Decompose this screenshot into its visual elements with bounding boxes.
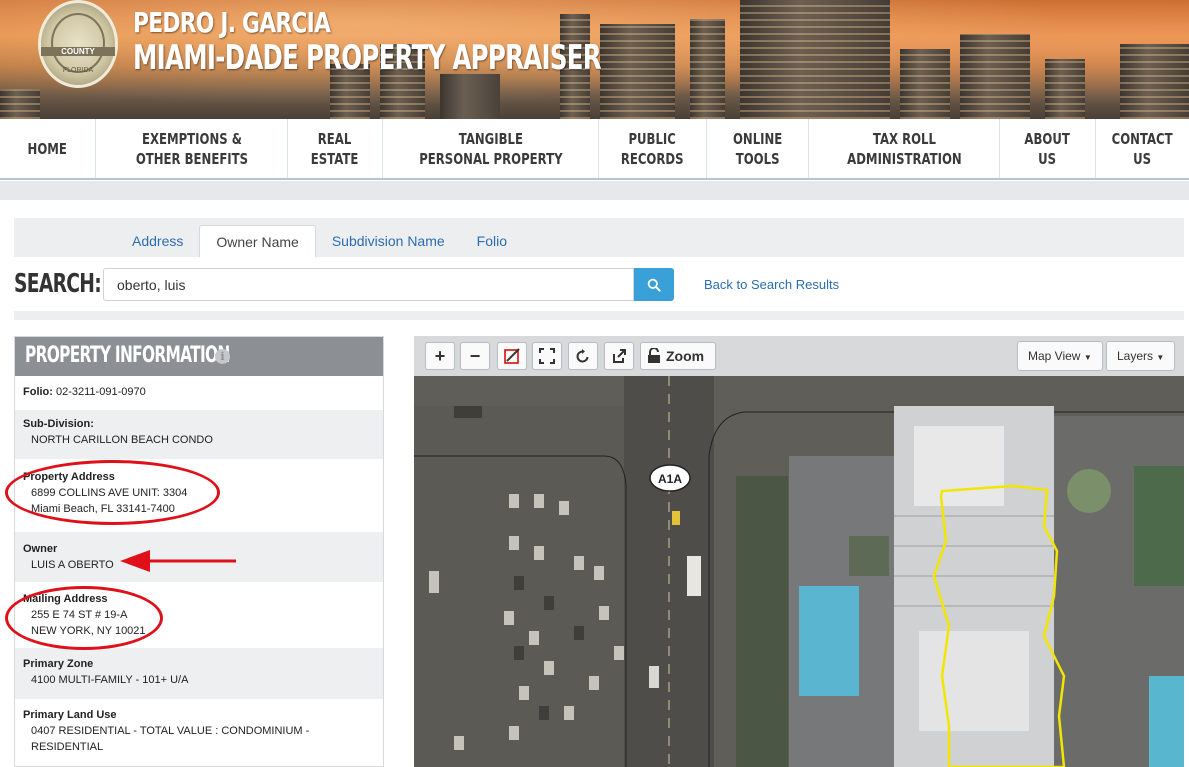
zoom-lock-button[interactable]: Zoom (640, 342, 716, 370)
site-title-line1: PEDRO J. GARCIA (133, 6, 331, 39)
property-information-header: PROPERTY INFORMATION i (15, 337, 383, 376)
banner-building (960, 34, 1030, 119)
caret-down-icon: ▼ (1083, 353, 1092, 362)
caret-down-icon: ▼ (1156, 353, 1165, 362)
map-toolbar: + − Zoom Map View ▼ Layers ▼ (414, 336, 1184, 376)
primary-zone-value: 4100 MULTI-FAMILY - 101+ U/A (31, 674, 189, 686)
subdivision-label: Sub-Division: (23, 418, 94, 430)
banner-building (600, 24, 675, 119)
banner-building (440, 74, 500, 119)
aerial-map-image: A1A (414, 376, 1184, 767)
layers-dropdown[interactable]: Layers ▼ (1106, 341, 1176, 371)
folio-label: Folio: (23, 386, 53, 398)
primary-land-use-line2: RESIDENTIAL (31, 741, 104, 753)
search-input[interactable] (103, 268, 634, 301)
annotation-arrow-icon (120, 550, 236, 572)
nav-exemptions[interactable]: EXEMPTIONS & OTHER BENEFITS (96, 119, 288, 178)
site-title-line2: MIAMI-DADE PROPERTY APPRAISER (133, 38, 602, 78)
zoom-out-button[interactable]: − (460, 342, 490, 370)
banner-building (1120, 44, 1189, 119)
banner-building (740, 0, 890, 119)
draw-button[interactable] (497, 342, 527, 370)
info-icon[interactable]: i (215, 349, 230, 364)
primary-zone-label: Primary Zone (23, 658, 94, 670)
search-label: SEARCH: (14, 269, 102, 299)
map-panel: A1A + − Zoom Map View ▼ Layers ▼ (414, 336, 1184, 767)
banner-building (1045, 59, 1085, 119)
tab-subdivision-name[interactable]: Subdivision Name (316, 225, 461, 257)
primary-land-use-line1: 0407 RESIDENTIAL - TOTAL VALUE : CONDOMI… (31, 725, 310, 737)
nav-about-us[interactable]: ABOUT US (1000, 119, 1096, 178)
main-nav: HOME EXEMPTIONS & OTHER BENEFITS REAL ES… (0, 119, 1189, 180)
highlight-ellipse-mailing-address (5, 586, 163, 650)
banner-building (690, 19, 725, 119)
tab-owner-name[interactable]: Owner Name (199, 225, 316, 257)
nav-public-records[interactable]: PUBLIC RECORDS (599, 119, 707, 178)
plus-icon: + (434, 345, 446, 366)
seal-ring (51, 13, 105, 73)
tab-address[interactable]: Address (116, 225, 199, 257)
seal-county-text: COUNTY (41, 47, 115, 56)
aerial-map[interactable]: A1A (414, 376, 1184, 767)
map-view-label: Map View (1028, 349, 1081, 363)
pencil-icon (504, 348, 520, 364)
property-information-title: PROPERTY INFORMATION (25, 343, 230, 368)
highlight-ellipse-property-address (5, 460, 220, 525)
nav-divider-stripe (0, 181, 1189, 200)
map-view-dropdown[interactable]: Map View ▼ (1017, 341, 1103, 371)
tab-folio[interactable]: Folio (461, 225, 523, 257)
nav-real-estate[interactable]: REAL ESTATE (288, 119, 383, 178)
search-button[interactable] (634, 268, 674, 301)
search-tabs: Address Owner Name Subdivision Name Foli… (116, 225, 523, 257)
refresh-button[interactable] (568, 342, 598, 370)
banner-building (900, 49, 950, 119)
refresh-icon (576, 349, 589, 363)
seal-state-text: FLORIDA (62, 67, 94, 74)
share-icon (613, 349, 626, 363)
export-button[interactable] (604, 342, 634, 370)
expand-icon (539, 348, 555, 364)
nav-online-tools[interactable]: ONLINE TOOLS (707, 119, 809, 178)
lock-icon (648, 348, 660, 363)
folio-value: 02-3211-091-0970 (56, 386, 146, 398)
svg-text:A1A: A1A (658, 472, 682, 486)
folio-row: Folio: 02-3211-091-0970 (15, 376, 383, 410)
layers-label: Layers (1117, 349, 1154, 363)
banner-building (0, 89, 40, 119)
zoom-label: Zoom (666, 348, 705, 364)
subdivision-row: Sub-Division: NORTH CARILLON BEACH CONDO (15, 410, 383, 459)
nav-tangible-personal-property[interactable]: TANGIBLE PERSONAL PROPERTY (383, 119, 599, 178)
nav-home[interactable]: HOME (0, 119, 96, 178)
back-to-search-results-link[interactable]: Back to Search Results (704, 277, 839, 292)
primary-zone-row: Primary Zone 4100 MULTI-FAMILY - 101+ U/… (15, 648, 383, 699)
subdivision-value: NORTH CARILLON BEACH CONDO (31, 434, 213, 446)
search-icon (647, 278, 661, 292)
search-panel: Address Owner Name Subdivision Name Foli… (14, 218, 1184, 320)
nav-tax-roll[interactable]: TAX ROLL ADMINISTRATION (809, 119, 1000, 178)
zoom-in-button[interactable]: + (425, 342, 455, 370)
header-banner: COUNTY FLORIDA PEDRO J. GARCIA MIAMI-DAD… (0, 0, 1189, 119)
primary-land-use-label: Primary Land Use (23, 709, 117, 721)
full-extent-button[interactable] (532, 342, 562, 370)
primary-land-use-row: Primary Land Use 0407 RESIDENTIAL - TOTA… (15, 699, 383, 766)
nav-contact-us[interactable]: CONTACT US (1096, 119, 1189, 178)
minus-icon: − (469, 345, 481, 366)
search-row: SEARCH: Back to Search Results (14, 257, 1184, 311)
county-seal-logo[interactable]: COUNTY FLORIDA (38, 0, 118, 88)
